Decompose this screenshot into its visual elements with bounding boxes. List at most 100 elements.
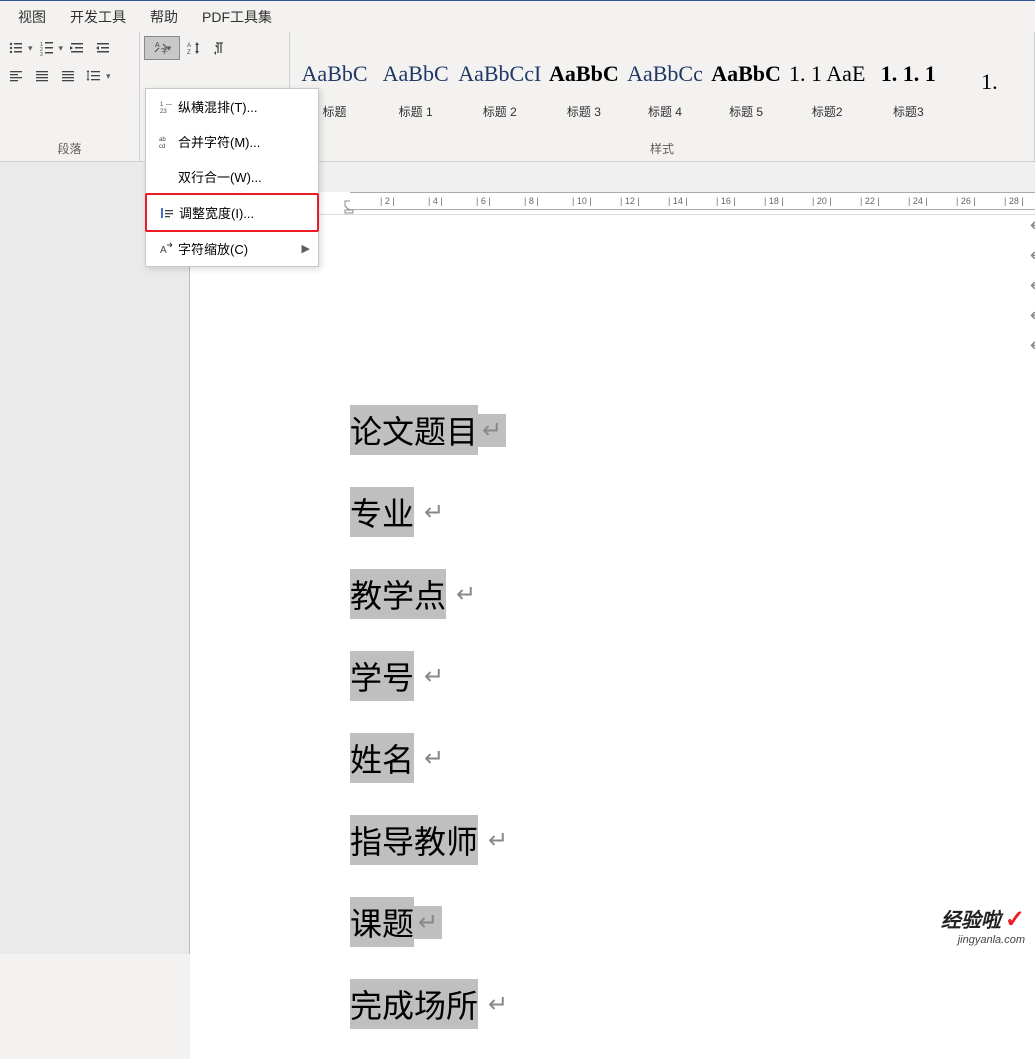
document-line-2[interactable]: 教学点↵	[350, 569, 875, 619]
selected-text[interactable]: 专业	[350, 487, 414, 537]
document-page[interactable]: ↵↵↵↵↵ 论文题目↵专业↵教学点↵学号↵姓名↵指导教师↵课题↵完成场所↵	[190, 215, 1035, 1059]
align-justify-button[interactable]	[30, 64, 54, 88]
selected-text[interactable]: 姓名	[350, 733, 414, 783]
style-preview: AaBbC	[383, 53, 449, 95]
align-distributed-button[interactable]	[56, 64, 80, 88]
selected-text[interactable]: 教学点	[350, 569, 446, 619]
paragraph-marks-button[interactable]	[208, 36, 232, 60]
svg-text:3: 3	[40, 52, 43, 56]
menu-view[interactable]: 视图	[6, 1, 58, 33]
ruler-tick: | 8 |	[524, 196, 539, 206]
menu-help[interactable]: 帮助	[138, 1, 190, 33]
style-name: 标题 5	[729, 95, 763, 120]
paragraph-mark-icon: ↵	[478, 826, 508, 855]
style-card-3[interactable]: AaBbC标题 3	[543, 36, 624, 136]
svg-text:ab: ab	[159, 137, 166, 143]
watermark-url: jingyanla.com	[958, 934, 1025, 946]
watermark-text: 经验啦	[941, 904, 1001, 933]
align-left-button[interactable]	[4, 64, 28, 88]
ruler-tick: | 14 |	[668, 196, 688, 206]
style-preview: AaBbC	[711, 53, 781, 95]
document-line-1[interactable]: 专业↵	[350, 487, 875, 537]
style-name: 标题 4	[648, 95, 682, 120]
dropdown-item-4[interactable]: A 字符缩放(C)▶	[146, 231, 318, 266]
dropdown-item-0[interactable]: 1—23纵横混排(T)...	[146, 89, 318, 124]
selected-text[interactable]: 论文题目	[350, 405, 478, 455]
selected-text[interactable]: 指导教师	[350, 815, 478, 865]
style-card-7[interactable]: 1. 1. 1标题3	[868, 36, 949, 136]
document-line-0[interactable]: 论文题目↵	[350, 405, 875, 455]
ruler-tick: | 26 |	[956, 196, 976, 206]
document-line-3[interactable]: 学号↵	[350, 651, 875, 701]
asian-layout-dropdown: 1—23纵横混排(T)...abcd合并字符(M)... 双行合一(W)... 调整…	[145, 88, 319, 267]
style-preview: AaBbCc	[627, 53, 703, 95]
svg-text:1: 1	[160, 102, 164, 108]
dropdown-item-label: 调整宽度(I)...	[179, 203, 309, 222]
width-icon	[155, 205, 179, 221]
styles-group: AaBbC标题AaBbC标题 1AaBbCcI标题 2AaBbC标题 3AaBb…	[290, 32, 1035, 161]
style-name: 标题 2	[483, 95, 517, 120]
style-preview: 1. 1 AaE	[789, 53, 865, 95]
ruler-tick: | 16 |	[716, 196, 736, 206]
chevron-down-icon[interactable]: ▾	[59, 43, 64, 54]
style-card-4[interactable]: AaBbCc标题 4	[624, 36, 705, 136]
paragraph-mark-icon: ↵	[414, 744, 444, 773]
paragraph-group-label: 段落	[4, 136, 135, 159]
style-name: 标题 1	[399, 95, 433, 120]
style-preview: AaBbCcI	[458, 53, 541, 95]
paragraph-mark-icon: ↵	[414, 906, 442, 939]
dropdown-item-2[interactable]: 双行合一(W)...	[146, 159, 318, 194]
check-icon: ✓	[1005, 905, 1025, 934]
style-card-5[interactable]: AaBbC标题 5	[706, 36, 787, 136]
chevron-down-icon[interactable]: ▾	[106, 71, 111, 82]
ruler-tick: | 12 |	[620, 196, 640, 206]
ruler-tick: | 22 |	[860, 196, 880, 206]
style-card-8[interactable]: 1.	[949, 36, 1030, 136]
paragraph-mark-icon: ↵	[1030, 335, 1035, 355]
selected-text[interactable]: 学号	[350, 651, 414, 701]
selected-text[interactable]: 完成场所	[350, 979, 478, 1029]
document-line-4[interactable]: 姓名↵	[350, 733, 875, 783]
ruler-tick: | 4 |	[428, 196, 443, 206]
svg-text:A: A	[155, 42, 160, 49]
chevron-down-icon[interactable]: ▾	[28, 43, 33, 54]
document-line-7[interactable]: 完成场所↵	[350, 979, 875, 1029]
asian-layout-button[interactable]: A字 ▾	[144, 36, 180, 60]
navigation-pane-edge	[0, 162, 190, 954]
document-line-5[interactable]: 指导教师↵	[350, 815, 875, 865]
chevron-right-icon: ▶	[302, 242, 310, 255]
dropdown-item-3[interactable]: 调整宽度(I)...	[145, 193, 319, 232]
watermark: 经验啦 ✓ jingyanla.com	[941, 904, 1025, 946]
abcd-icon: abcd	[154, 134, 178, 150]
style-card-6[interactable]: 1. 1 AaE标题2	[787, 36, 868, 136]
dropdown-item-label: 双行合一(W)...	[178, 167, 310, 186]
styles-group-label: 样式	[294, 136, 1030, 159]
svg-text:cd: cd	[159, 144, 165, 150]
bullet-list-button[interactable]	[4, 36, 28, 60]
dropdown-item-label: 字符缩放(C)	[178, 239, 302, 258]
style-preview: 1.	[981, 61, 998, 103]
paragraph-mark-icon: ↵	[446, 580, 476, 609]
increase-indent-button[interactable]	[91, 36, 115, 60]
line-spacing-button[interactable]	[82, 64, 106, 88]
style-name: 标题 3	[567, 95, 601, 120]
workspace: | 2 || 4 || 6 || 8 || 10 || 12 || 14 || …	[0, 162, 1035, 954]
selected-text[interactable]: 课题	[350, 897, 414, 947]
paragraph-mark-icon: ↵	[414, 498, 444, 527]
svg-text:—: —	[166, 102, 172, 108]
sort-button[interactable]: AZ	[182, 36, 206, 60]
numbered-list-button[interactable]: 123	[35, 36, 59, 60]
123-icon: 1—23	[154, 99, 178, 115]
style-card-1[interactable]: AaBbC标题 1	[375, 36, 456, 136]
decrease-indent-button[interactable]	[65, 36, 89, 60]
svg-text:A: A	[160, 245, 167, 256]
ruler-tick: | 6 |	[476, 196, 491, 206]
style-card-2[interactable]: AaBbCcI标题 2	[456, 36, 543, 136]
paragraph-mark-icon: ↵	[478, 414, 506, 447]
document-line-6[interactable]: 课题↵	[350, 897, 875, 947]
svg-text:Z: Z	[187, 50, 191, 56]
menu-pdf-tools[interactable]: PDF工具集	[190, 1, 284, 33]
style-name: 标题3	[893, 95, 924, 120]
menu-devtools[interactable]: 开发工具	[58, 1, 138, 33]
dropdown-item-1[interactable]: abcd合并字符(M)...	[146, 124, 318, 159]
